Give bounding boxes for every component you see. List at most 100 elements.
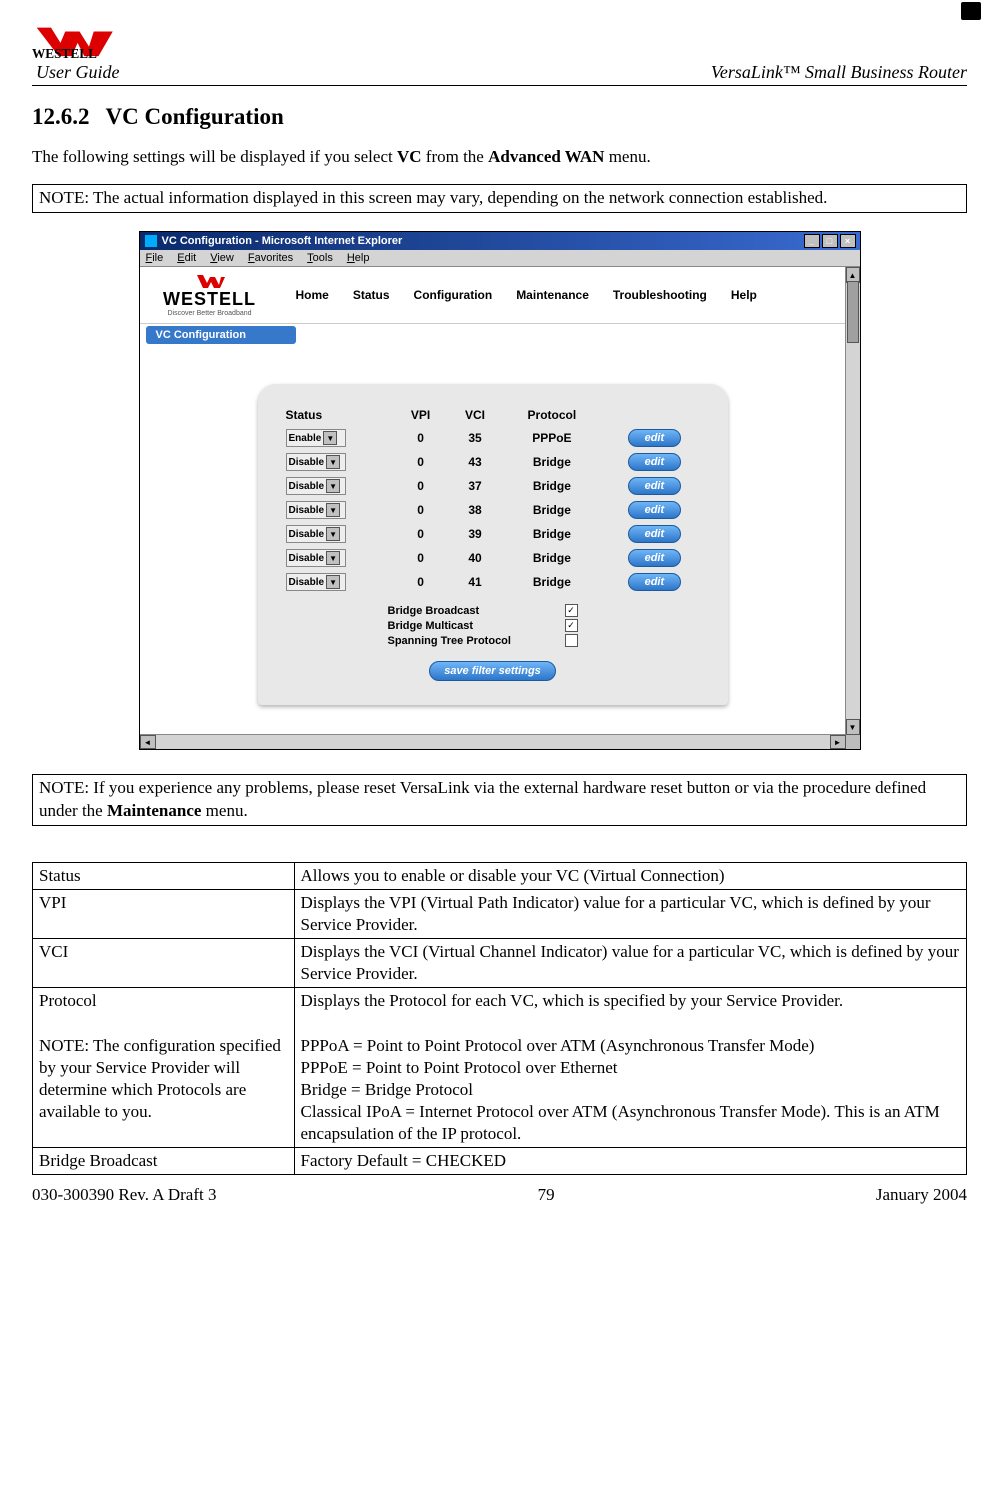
table-row: VCI Displays the VCI (Virtual Channel In… <box>33 939 967 988</box>
window-title: VC Configuration - Microsoft Internet Ex… <box>162 235 403 247</box>
screenshot: VC Configuration - Microsoft Internet Ex… <box>139 231 861 750</box>
intro-advanced-wan: Advanced WAN <box>488 147 604 166</box>
svg-text:WESTELL: WESTELL <box>32 46 97 60</box>
browser-menubar: File Edit View Favorites Tools Help <box>140 250 860 267</box>
term-vpi: VPI <box>33 890 295 939</box>
checkbox-spanning-tree[interactable] <box>565 634 578 647</box>
section-heading: 12.6.2 VC Configuration <box>32 104 967 130</box>
scroll-down-icon[interactable]: ▼ <box>846 719 860 735</box>
desc-vpi: Displays the VPI (Virtual Path Indicator… <box>294 890 966 939</box>
cell-vpi: 0 <box>394 450 448 474</box>
term-status: Status <box>33 862 295 889</box>
status-select[interactable]: Disable▼ <box>286 573 346 591</box>
table-row: Bridge Broadcast Factory Default = CHECK… <box>33 1148 967 1175</box>
section-title: VC Configuration <box>106 104 284 129</box>
col-status: Status <box>278 404 394 426</box>
intro-text-2: from the <box>422 147 489 166</box>
checkbox-bridge-multicast[interactable]: ✓ <box>565 619 578 632</box>
scroll-thumb[interactable] <box>847 281 859 343</box>
section-number: 12.6.2 <box>32 104 90 129</box>
close-button[interactable]: × <box>840 234 856 248</box>
edit-button[interactable]: edit <box>628 429 682 447</box>
horizontal-scrollbar[interactable]: ◄ ► <box>140 734 846 749</box>
note-2-bold: Maintenance <box>107 801 201 820</box>
check-label-bridge-multicast: Bridge Multicast <box>388 620 474 632</box>
maximize-button[interactable]: □ <box>822 234 838 248</box>
col-vpi: VPI <box>394 404 448 426</box>
col-protocol: Protocol <box>503 404 602 426</box>
nav-maintenance[interactable]: Maintenance <box>510 284 595 306</box>
check-label-spanning-tree: Spanning Tree Protocol <box>388 635 511 647</box>
nav-status[interactable]: Status <box>347 284 396 306</box>
term-bridge-broadcast: Bridge Broadcast <box>33 1148 295 1175</box>
table-row: Disable▼043Bridgeedit <box>278 450 708 474</box>
term-vci: VCI <box>33 939 295 988</box>
cell-vpi: 0 <box>394 522 448 546</box>
cell-vci: 35 <box>448 426 503 450</box>
check-label-bridge-broadcast: Bridge Broadcast <box>388 605 480 617</box>
desc-bridge-broadcast: Factory Default = CHECKED <box>294 1148 966 1175</box>
nav-home[interactable]: Home <box>290 284 335 306</box>
window-titlebar: VC Configuration - Microsoft Internet Ex… <box>140 232 860 250</box>
screenshot-container: VC Configuration - Microsoft Internet Ex… <box>32 231 967 750</box>
nav-configuration[interactable]: Configuration <box>408 284 499 306</box>
menu-file[interactable]: File <box>146 252 164 264</box>
note-2-suffix: menu. <box>201 801 247 820</box>
user-guide-label: User Guide <box>36 62 120 83</box>
westell-text: WESTELL <box>163 289 256 310</box>
table-row: Status Allows you to enable or disable y… <box>33 862 967 889</box>
table-row: Disable▼039Bridgeedit <box>278 522 708 546</box>
minimize-button[interactable]: _ <box>804 234 820 248</box>
note-1-text: NOTE: The actual information displayed i… <box>39 188 827 207</box>
edit-button[interactable]: edit <box>628 525 682 543</box>
note-box-2: NOTE: If you experience any problems, pl… <box>32 774 967 826</box>
nav-troubleshooting[interactable]: Troubleshooting <box>607 284 713 306</box>
cell-protocol: Bridge <box>503 450 602 474</box>
menu-tools[interactable]: Tools <box>307 252 333 264</box>
edit-button[interactable]: edit <box>628 477 682 495</box>
status-select[interactable]: Disable▼ <box>286 501 346 519</box>
intro-paragraph: The following settings will be displayed… <box>32 146 967 168</box>
cell-protocol: PPPoE <box>503 426 602 450</box>
menu-view[interactable]: View <box>210 252 234 264</box>
table-row: Enable▼ 035PPPoE edit <box>278 426 708 450</box>
status-select[interactable]: Disable▼ <box>286 477 346 495</box>
edit-button[interactable]: edit <box>628 573 682 591</box>
page-header: WESTELL User Guide VersaLink™ Small Busi… <box>32 20 967 86</box>
menu-favorites[interactable]: Favorites <box>248 252 293 264</box>
term-protocol: Protocol NOTE: The configuration specifi… <box>33 988 295 1148</box>
cell-vpi: 0 <box>394 426 448 450</box>
chevron-down-icon: ▼ <box>326 527 340 541</box>
menu-help[interactable]: Help <box>347 252 370 264</box>
vertical-scrollbar[interactable]: ▲ ▼ <box>845 267 860 735</box>
vc-panel: Status VPI VCI Protocol Enable▼035PPPoEe… <box>258 384 728 705</box>
nav-help[interactable]: Help <box>725 284 763 306</box>
cell-protocol: Bridge <box>503 498 602 522</box>
checkbox-bridge-broadcast[interactable]: ✓ <box>565 604 578 617</box>
scroll-left-icon[interactable]: ◄ <box>140 735 156 749</box>
save-filter-settings-button[interactable]: save filter settings <box>429 661 556 681</box>
checkbox-block: Bridge Broadcast ✓ Bridge Multicast ✓ Span… <box>388 604 708 647</box>
vc-table: Status VPI VCI Protocol Enable▼035PPPoEe… <box>278 404 708 594</box>
ie-icon <box>144 234 158 248</box>
cell-vci: 38 <box>448 498 503 522</box>
cell-vpi: 0 <box>394 474 448 498</box>
menu-edit[interactable]: Edit <box>177 252 196 264</box>
chevron-down-icon: ▼ <box>323 431 337 445</box>
cell-vci: 41 <box>448 570 503 594</box>
table-row: Disable▼ 038Bridge edit <box>278 498 708 522</box>
status-select[interactable]: Enable▼ <box>286 429 346 447</box>
status-select[interactable]: Disable▼ <box>286 525 346 543</box>
note-box-1: NOTE: The actual information displayed i… <box>32 184 967 213</box>
status-select[interactable]: Disable▼ <box>286 549 346 567</box>
edit-button[interactable]: edit <box>628 453 682 471</box>
cell-vpi: 0 <box>394 498 448 522</box>
chevron-down-icon: ▼ <box>326 503 340 517</box>
intro-vc: VC <box>397 147 422 166</box>
cell-protocol: Bridge <box>503 522 602 546</box>
status-select[interactable]: Disable▼ <box>286 453 346 471</box>
edit-button[interactable]: edit <box>628 501 682 519</box>
edit-button[interactable]: edit <box>628 549 682 567</box>
definition-table: Status Allows you to enable or disable y… <box>32 862 967 1175</box>
scroll-right-icon[interactable]: ► <box>830 735 846 749</box>
